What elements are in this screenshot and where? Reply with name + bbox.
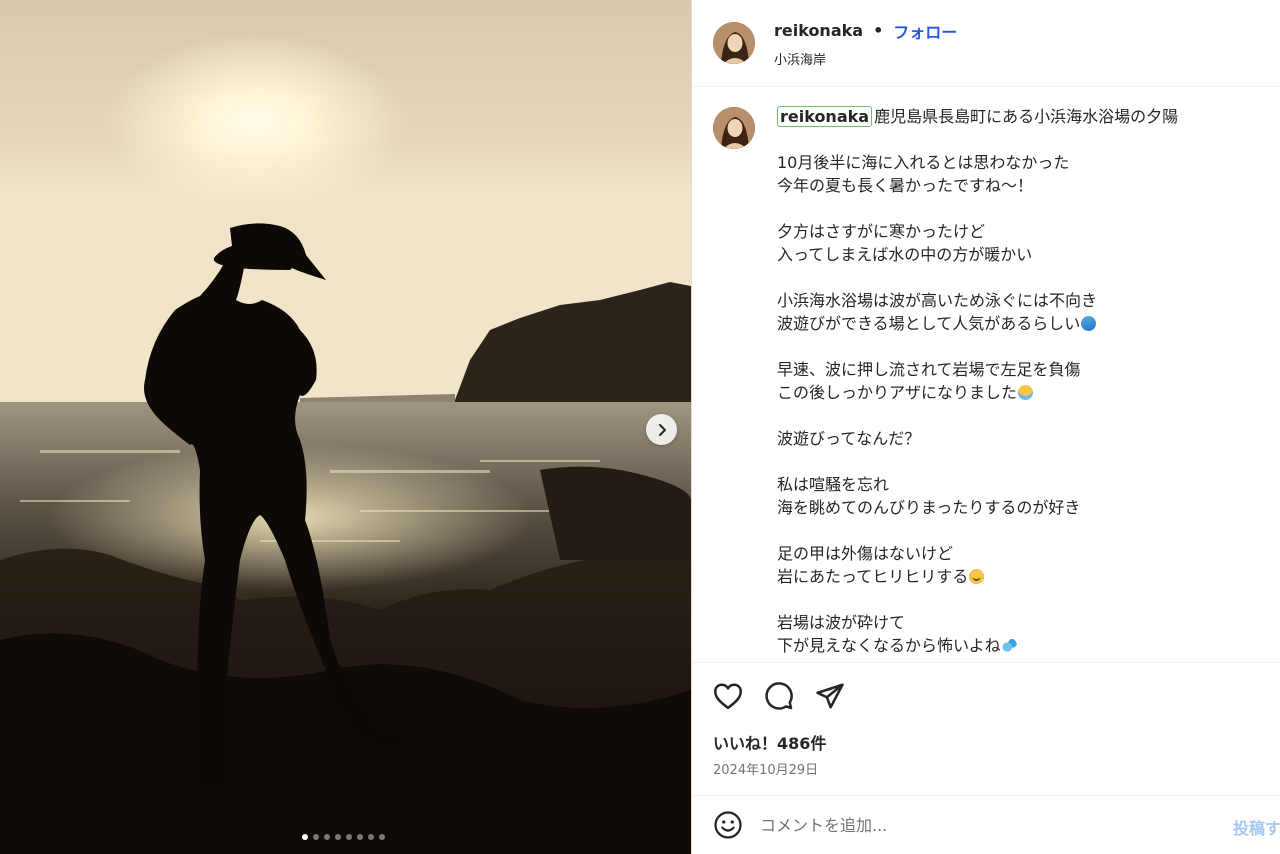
chevron-right-icon: [658, 423, 666, 436]
caption-line: 海を眺めてのんびりまったりするのが好き: [777, 498, 1081, 517]
post-comment-button[interactable]: 投稿する: [1233, 815, 1280, 839]
action-bar: [692, 663, 1280, 729]
comment-bar: 投稿する: [692, 795, 1280, 854]
crying-face-emoji-icon: [1018, 385, 1034, 400]
avatar[interactable]: [713, 22, 755, 64]
caption-line-text: 岩にあたってヒリヒリする: [777, 567, 969, 586]
caption-paragraph: 夕方はさすがに寒かったけど 入ってしまえば水の中の方が暖かい: [777, 220, 1247, 266]
caption-line-text: 波遊びができる場として人気があるらしい: [777, 314, 1081, 333]
caption-paragraph: 早速、波に押し流されて岩場で左足を負傷 この後しっかりアザになりました: [777, 358, 1247, 404]
caption-line: 下が見えなくなるから怖いよね: [777, 634, 1247, 657]
sweat-droplets-emoji-icon: [1001, 638, 1017, 653]
profile-photo-icon: [713, 107, 755, 149]
emoji-picker-button[interactable]: [713, 810, 743, 840]
post-viewer: reikonaka • フォロー 小浜海岸 reikonaka 鹿児島県長島町にあ…: [0, 0, 1280, 854]
caption-line: 10月後半に海に入れるとは思わなかった: [777, 153, 1070, 172]
post-details-panel: reikonaka • フォロー 小浜海岸 reikonaka 鹿児島県長島町にあ…: [692, 0, 1280, 854]
carousel-dot: [346, 834, 352, 840]
caption-line: reikonaka 鹿児島県長島町にある小浜海水浴場の夕陽: [777, 105, 1247, 128]
post-photo[interactable]: [0, 0, 691, 854]
sunset-beach-photo: [0, 0, 691, 854]
separator-dot: •: [873, 21, 884, 40]
carousel-indicator: [302, 834, 385, 840]
caption-paragraph: 私は喧騒を忘れ 海を眺めてのんびりまったりするのが好き: [777, 473, 1247, 519]
comment-icon: [765, 682, 793, 710]
share-icon: [816, 683, 844, 709]
carousel-dot: [357, 834, 363, 840]
caption-line: この後しっかりアザになりました: [777, 381, 1247, 404]
caption-line: 波遊びができる場として人気があるらしい: [777, 312, 1247, 335]
carousel-dot: [313, 834, 319, 840]
username-link[interactable]: reikonaka: [774, 21, 863, 40]
caption-section: reikonaka 鹿児島県長島町にある小浜海水浴場の夕陽 10月後半に海に入れる…: [692, 87, 1280, 663]
caption-line: 今年の夏も長く暑かったですね〜！: [777, 176, 1034, 195]
caption-paragraph: 10月後半に海に入れるとは思わなかった 今年の夏も長く暑かったですね〜！: [777, 151, 1247, 197]
caption-line: 足の甲は外傷はないけど: [777, 544, 954, 563]
caption-line: 入ってしまえば水の中の方が暖かい: [777, 245, 1033, 264]
comment-input[interactable]: [758, 814, 1202, 836]
caption-line: 岩にあたってヒリヒリする: [777, 565, 1247, 588]
caption-paragraph: 小浜海水浴場は波が高いため泳ぐには不向き 波遊びができる場として人気があるらしい: [777, 289, 1247, 335]
caption-line: 岩場は波が砕けて: [777, 613, 906, 632]
share-button[interactable]: [815, 682, 845, 710]
caption-paragraph: 波遊びってなんだ？: [777, 427, 1247, 450]
header-user-row: reikonaka • フォロー: [774, 19, 957, 43]
caption-line: 小浜海水浴場は波が高いため泳ぐには不向き: [777, 291, 1098, 310]
caption-line: 波遊びってなんだ？: [777, 429, 921, 448]
carousel-dot: [335, 834, 341, 840]
caption-line: 私は喧騒を忘れ: [777, 475, 890, 494]
wave-emoji-icon: [1081, 316, 1097, 331]
heart-icon: [714, 683, 742, 710]
pleading-face-emoji-icon: [969, 569, 985, 584]
location-link[interactable]: 小浜海岸: [774, 49, 957, 68]
header-text: reikonaka • フォロー 小浜海岸: [774, 19, 957, 68]
caption-text: reikonaka 鹿児島県長島町にある小浜海水浴場の夕陽 10月後半に海に入れる…: [777, 105, 1247, 662]
caption-line-text: この後しっかりアザになりました: [777, 383, 1018, 402]
caption-line-text: 下が見えなくなるから怖いよね: [777, 636, 1001, 655]
caption-intro: reikonaka 鹿児島県長島町にある小浜海水浴場の夕陽: [777, 105, 1247, 128]
caption-line: 早速、波に押し流されて岩場で左足を負傷: [777, 360, 1081, 379]
likes-count[interactable]: いいね！486件: [692, 730, 1280, 754]
carousel-dot: [324, 834, 330, 840]
carousel-dot: [379, 834, 385, 840]
caption-first-line: 鹿児島県長島町にある小浜海水浴場の夕陽: [874, 107, 1179, 126]
profile-photo-icon: [713, 22, 755, 64]
carousel-dot: [302, 834, 308, 840]
caption-paragraph: 岩場は波が砕けて 下が見えなくなるから怖いよね: [777, 611, 1247, 657]
next-slide-button[interactable]: [646, 414, 677, 445]
post-header: reikonaka • フォロー 小浜海岸: [692, 0, 1280, 87]
caption-paragraph: 足の甲は外傷はないけど 岩にあたってヒリヒリする: [777, 542, 1247, 588]
caption-line: 夕方はさすがに寒かったけど: [777, 222, 986, 241]
like-button[interactable]: [713, 682, 743, 710]
post-date: 2024年10月29日: [713, 763, 819, 778]
carousel-dot: [368, 834, 374, 840]
comment-button[interactable]: [764, 681, 794, 711]
follow-button[interactable]: フォロー: [893, 19, 957, 43]
caption-username-link[interactable]: reikonaka: [777, 106, 873, 127]
avatar[interactable]: [713, 107, 755, 149]
smiley-icon: [714, 811, 742, 839]
